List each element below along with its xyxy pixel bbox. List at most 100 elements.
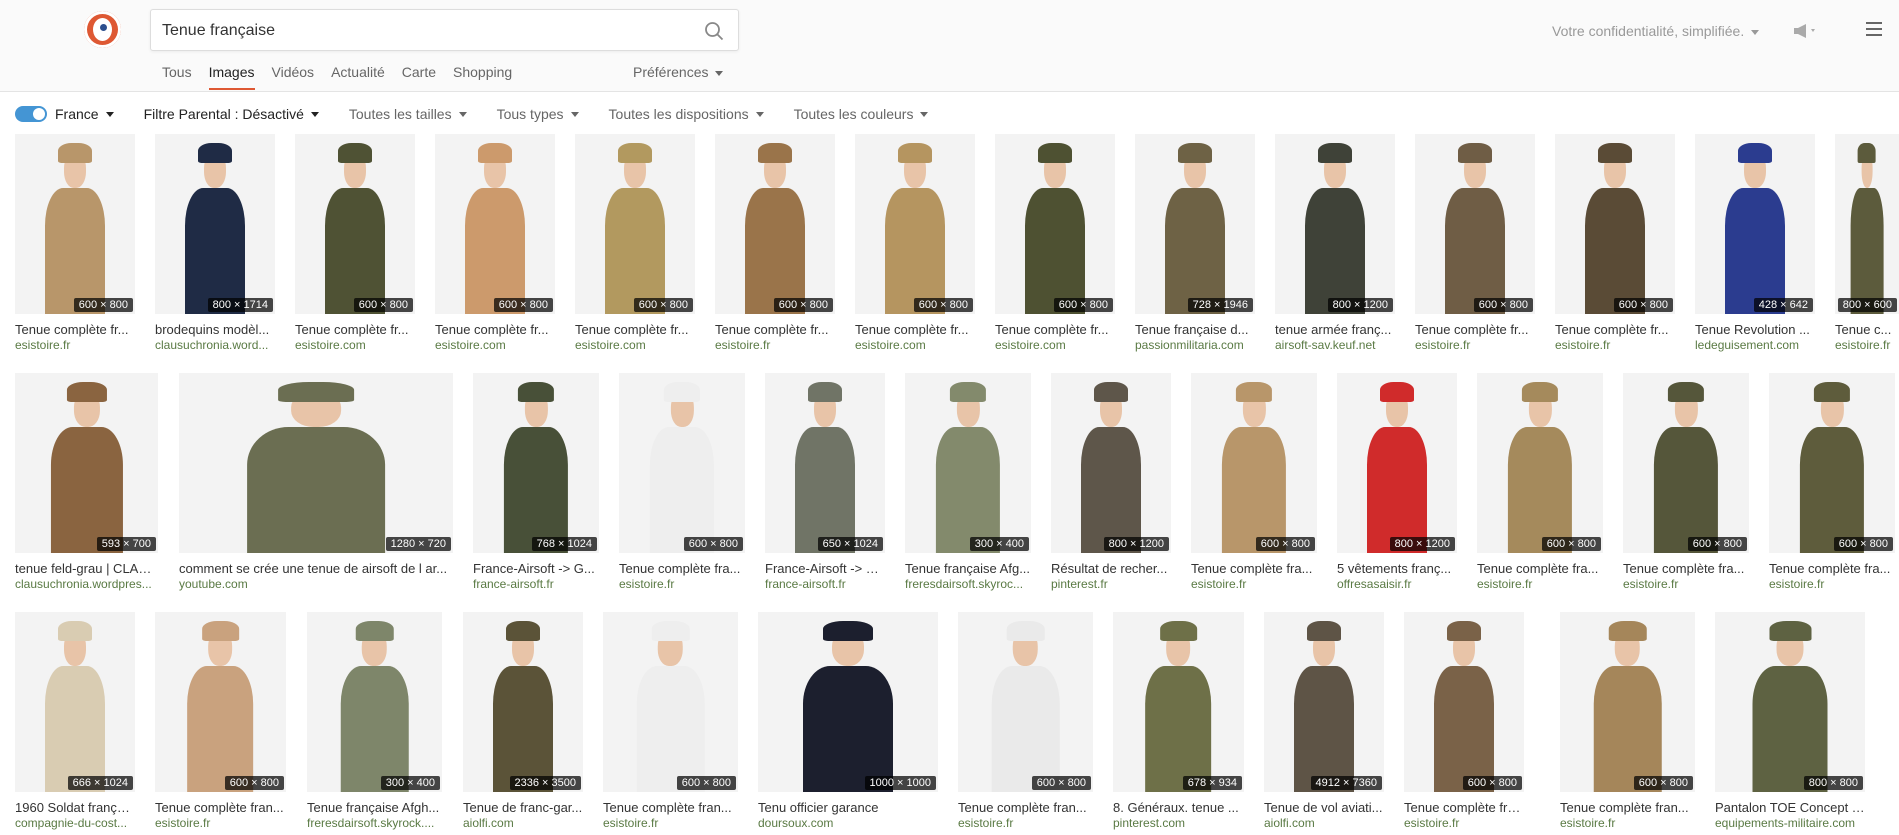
image-source-domain[interactable]: ledeguisement.com [1695,338,1815,352]
type-filter[interactable]: Tous types [497,106,579,122]
image-title-link[interactable]: Tenue complète fra... [1623,561,1749,576]
image-title-link[interactable]: Tenue complète fr... [435,322,555,337]
image-title-link[interactable]: Tenue complète fr... [15,322,135,337]
image-title-link[interactable]: Tenue c... [1835,322,1899,337]
image-source-domain[interactable]: esistoire.com [995,338,1115,352]
megaphone-icon[interactable] [1793,23,1819,39]
image-title-link[interactable]: comment se crée une tenue de airsoft de … [179,561,453,576]
parental-filter[interactable]: Filtre Parental : Désactivé [144,106,319,122]
menu-icon[interactable] [1866,22,1882,36]
image-source-domain[interactable]: esistoire.com [855,338,975,352]
image-result[interactable]: 650 × 1024 France-Airsoft -> G... france-a… [765,373,885,595]
image-thumbnail[interactable]: 600 × 800 [855,134,975,314]
image-source-domain[interactable]: compagnie-du-cost... [15,816,135,830]
image-result[interactable]: 768 × 1024 France-Airsoft -> G... france-a… [473,373,599,595]
image-result[interactable]: 800 × 1200 5 vêtements franç... offresasai… [1337,373,1457,595]
image-thumbnail[interactable]: 600 × 800 [155,612,286,792]
image-title-link[interactable]: Tenue complète fr... [715,322,835,337]
image-thumbnail[interactable]: 600 × 800 [1404,612,1524,792]
image-result[interactable]: 600 × 800 Tenue complète fra... esistoire.… [1623,373,1749,595]
image-thumbnail[interactable]: 800 × 1200 [1337,373,1457,553]
image-source-domain[interactable]: aiolfi.com [1264,816,1384,830]
image-result[interactable]: 600 × 800 Tenue complète fr... esistoire.c… [295,134,415,356]
image-source-domain[interactable]: esistoire.com [435,338,555,352]
image-source-domain[interactable]: pinterest.fr [1051,577,1171,591]
image-source-domain[interactable]: esistoire.fr [15,338,135,352]
image-result[interactable]: 593 × 700 tenue feld-grau | CLAU... clausu… [15,373,158,595]
image-title-link[interactable]: Tenue française Afgh... [307,800,442,815]
image-result[interactable]: 600 × 800 Tenue complète fra... esistoire.… [1191,373,1317,595]
image-result[interactable]: 678 × 934 8. Généraux. tenue ... pinterest… [1113,612,1244,834]
image-source-domain[interactable]: esistoire.com [295,338,415,352]
image-thumbnail[interactable]: 600 × 800 [958,612,1093,792]
image-source-domain[interactable]: esistoire.fr [1191,577,1317,591]
image-thumbnail[interactable]: 428 × 642 [1695,134,1815,314]
image-source-domain[interactable]: youtube.com [179,577,453,591]
image-title-link[interactable]: Tenue complète fra... [1769,561,1895,576]
image-thumbnail[interactable]: 600 × 800 [1477,373,1603,553]
image-title-link[interactable]: Tenue complète fr... [1555,322,1675,337]
layout-filter[interactable]: Toutes les dispositions [609,106,764,122]
image-source-domain[interactable]: esistoire.fr [1835,338,1899,352]
image-thumbnail[interactable]: 1000 × 1000 [758,612,938,792]
image-title-link[interactable]: Pantalon TOE Concept Treilli... [1715,800,1865,815]
image-thumbnail[interactable]: 600 × 800 [295,134,415,314]
image-result[interactable]: 800 × 1200 Résultat de recher... pinterest… [1051,373,1171,595]
image-thumbnail[interactable]: 600 × 800 [575,134,695,314]
image-thumbnail[interactable]: 600 × 800 [15,134,135,314]
image-result[interactable]: 600 × 800 Tenue complète fran... esistoire… [1560,612,1695,834]
image-title-link[interactable]: tenue feld-grau | CLAU... [15,561,158,576]
search-box[interactable] [150,9,739,51]
image-result[interactable]: 666 × 1024 1960 Soldat françai... compagni… [15,612,135,834]
image-title-link[interactable]: Tenue de vol aviati... [1264,800,1384,815]
image-source-domain[interactable]: esistoire.fr [155,816,286,830]
image-title-link[interactable]: Tenue Revolution ... [1695,322,1815,337]
image-thumbnail[interactable]: 600 × 800 [619,373,745,553]
size-filter[interactable]: Toutes les tailles [349,106,467,122]
image-thumbnail[interactable]: 600 × 800 [1555,134,1675,314]
search-icon[interactable] [704,21,724,41]
tab-tous[interactable]: Tous [162,64,192,90]
image-title-link[interactable]: Tenue complète fran... [958,800,1093,815]
image-thumbnail[interactable]: 600 × 800 [1623,373,1749,553]
image-thumbnail[interactable]: 666 × 1024 [15,612,135,792]
image-result[interactable]: 600 × 800 Tenue complète fra... esistoire.… [1769,373,1895,595]
image-result[interactable]: 600 × 800 Tenue complète fran... esistoire… [1404,612,1524,834]
image-source-domain[interactable]: equipements-militaire.com [1715,816,1865,830]
image-title-link[interactable]: 1960 Soldat françai... [15,800,135,815]
image-result[interactable]: 300 × 400 Tenue française Afgh... freresda… [307,612,442,834]
image-source-domain[interactable]: esistoire.fr [1477,577,1603,591]
image-source-domain[interactable]: doursoux.com [758,816,938,830]
image-source-domain[interactable]: france-airsoft.fr [765,577,885,591]
image-source-domain[interactable]: esistoire.fr [1415,338,1535,352]
region-filter[interactable]: France [55,106,114,122]
image-source-domain[interactable]: esistoire.com [575,338,695,352]
image-source-domain[interactable]: esistoire.fr [619,577,745,591]
image-result[interactable]: 800 × 1200 tenue armée franç... airsoft-sa… [1275,134,1395,356]
image-title-link[interactable]: Tenue complète fr... [995,322,1115,337]
image-title-link[interactable]: Tenue complète fr... [1415,322,1535,337]
image-title-link[interactable]: Résultat de recher... [1051,561,1171,576]
image-result[interactable]: 600 × 800 Tenue complète fr... esistoire.f… [15,134,135,356]
duckduckgo-logo-icon[interactable] [84,11,121,48]
image-title-link[interactable]: Tenue complète fr... [855,322,975,337]
image-result[interactable]: 2336 × 3500 Tenue de franc-gar... aiolfi.c… [463,612,583,834]
image-source-domain[interactable]: clausuchronia.word... [155,338,275,352]
image-source-domain[interactable]: airsoft-sav.keuf.net [1275,338,1395,352]
image-result[interactable]: 600 × 800 Tenue complète fr... esistoire.c… [855,134,975,356]
image-title-link[interactable]: Tenue complète fran... [1560,800,1695,815]
image-result[interactable]: 600 × 800 Tenue complète fran... esistoire… [603,612,738,834]
image-source-domain[interactable]: aiolfi.com [463,816,583,830]
image-thumbnail[interactable]: 2336 × 3500 [463,612,583,792]
search-input[interactable] [162,20,692,42]
image-source-domain[interactable]: clausuchronia.wordpres... [15,577,158,591]
image-source-domain[interactable]: pinterest.com [1113,816,1244,830]
image-result[interactable]: 1280 × 720 comment se crée une tenue de a… [179,373,453,595]
image-source-domain[interactable]: freresdairsoft.skyrock.... [307,816,442,830]
image-source-domain[interactable]: france-airsoft.fr [473,577,599,591]
image-title-link[interactable]: Tenue française d... [1135,322,1255,337]
image-thumbnail[interactable]: 1280 × 720 [179,373,453,553]
image-result[interactable]: 600 × 800 Tenue complète fr... esistoire.c… [575,134,695,356]
image-title-link[interactable]: Tenue complète fr... [575,322,695,337]
image-result[interactable]: 300 × 400 Tenue française Afg... freresdai… [905,373,1031,595]
